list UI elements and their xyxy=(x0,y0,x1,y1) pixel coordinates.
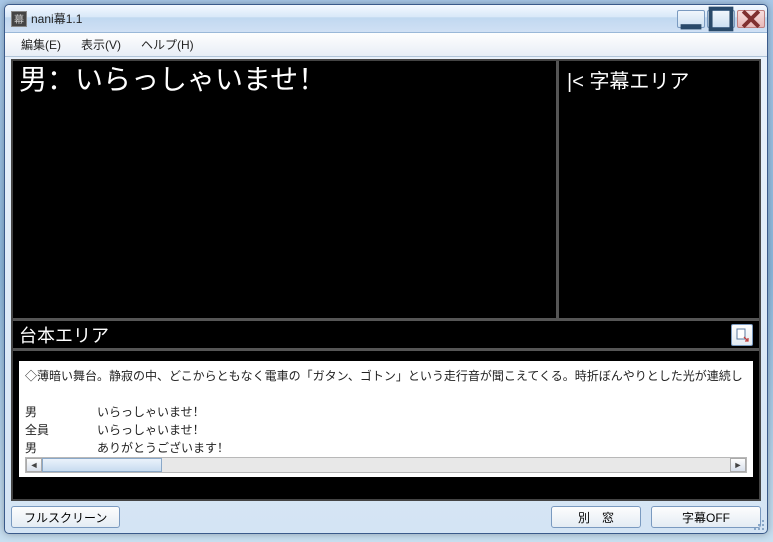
menu-edit[interactable]: 編集(E) xyxy=(11,33,71,56)
script-body[interactable]: ◇薄暗い舞台。静寂の中、どこからともなく電車の「ガタン、ゴトン」という走行音が聞… xyxy=(19,361,753,477)
bottom-toolbar: フルスクリーン 別 窓 字幕OFF xyxy=(11,505,761,529)
subtitle-main-panel[interactable]: 男：いらっしゃいませ！ xyxy=(13,61,559,318)
subtitle-side-panel[interactable]: |< 字幕エリア xyxy=(559,61,759,318)
close-button[interactable] xyxy=(737,10,765,28)
subtitle-side-label: 字幕エリア xyxy=(589,71,689,93)
script-header-label: 台本エリア xyxy=(19,322,731,348)
script-text: ◇薄暗い舞台。静寂の中、どこからともなく電車の「ガタン、ゴトン」という走行音が聞… xyxy=(19,361,753,459)
subtitle-rewind-icon: |< xyxy=(567,71,584,93)
page-icon xyxy=(735,328,749,342)
scroll-track[interactable] xyxy=(42,458,730,472)
script-header: 台本エリア xyxy=(13,321,759,351)
scroll-left-button[interactable]: ◄ xyxy=(26,458,42,472)
minimize-button[interactable] xyxy=(677,10,705,28)
maximize-icon xyxy=(708,6,734,32)
scroll-right-button[interactable]: ► xyxy=(730,458,746,472)
horizontal-scrollbar[interactable]: ◄ ► xyxy=(25,457,747,473)
subtitle-off-button[interactable]: 字幕OFF xyxy=(651,506,761,528)
resize-grip[interactable] xyxy=(751,517,765,531)
subtitle-row: 男：いらっしゃいませ！ |< 字幕エリア xyxy=(13,61,759,321)
close-icon xyxy=(738,6,764,32)
minimize-icon xyxy=(678,6,704,32)
app-window: 幕 nani幕1.1 編集(E) 表示(V) ヘルプ(H) 男：いらっしゃいませ… xyxy=(4,4,768,534)
app-icon: 幕 xyxy=(11,11,27,27)
window-title: nani幕1.1 xyxy=(31,10,677,27)
titlebar[interactable]: 幕 nani幕1.1 xyxy=(5,5,767,33)
menu-view[interactable]: 表示(V) xyxy=(71,33,131,56)
content-area: 男：いらっしゃいませ！ |< 字幕エリア 台本エリア ◇薄暗い舞台。静寂の中、ど… xyxy=(11,59,761,501)
window-controls xyxy=(677,10,765,28)
menu-help[interactable]: ヘルプ(H) xyxy=(131,33,204,56)
menubar: 編集(E) 表示(V) ヘルプ(H) xyxy=(5,33,767,57)
subtitle-text: 男：いらっしゃいませ！ xyxy=(19,64,326,95)
scroll-thumb[interactable] xyxy=(42,458,162,472)
script-page-button[interactable] xyxy=(731,324,753,346)
fullscreen-button[interactable]: フルスクリーン xyxy=(11,506,120,528)
maximize-button[interactable] xyxy=(707,10,735,28)
separate-window-button[interactable]: 別 窓 xyxy=(551,506,641,528)
